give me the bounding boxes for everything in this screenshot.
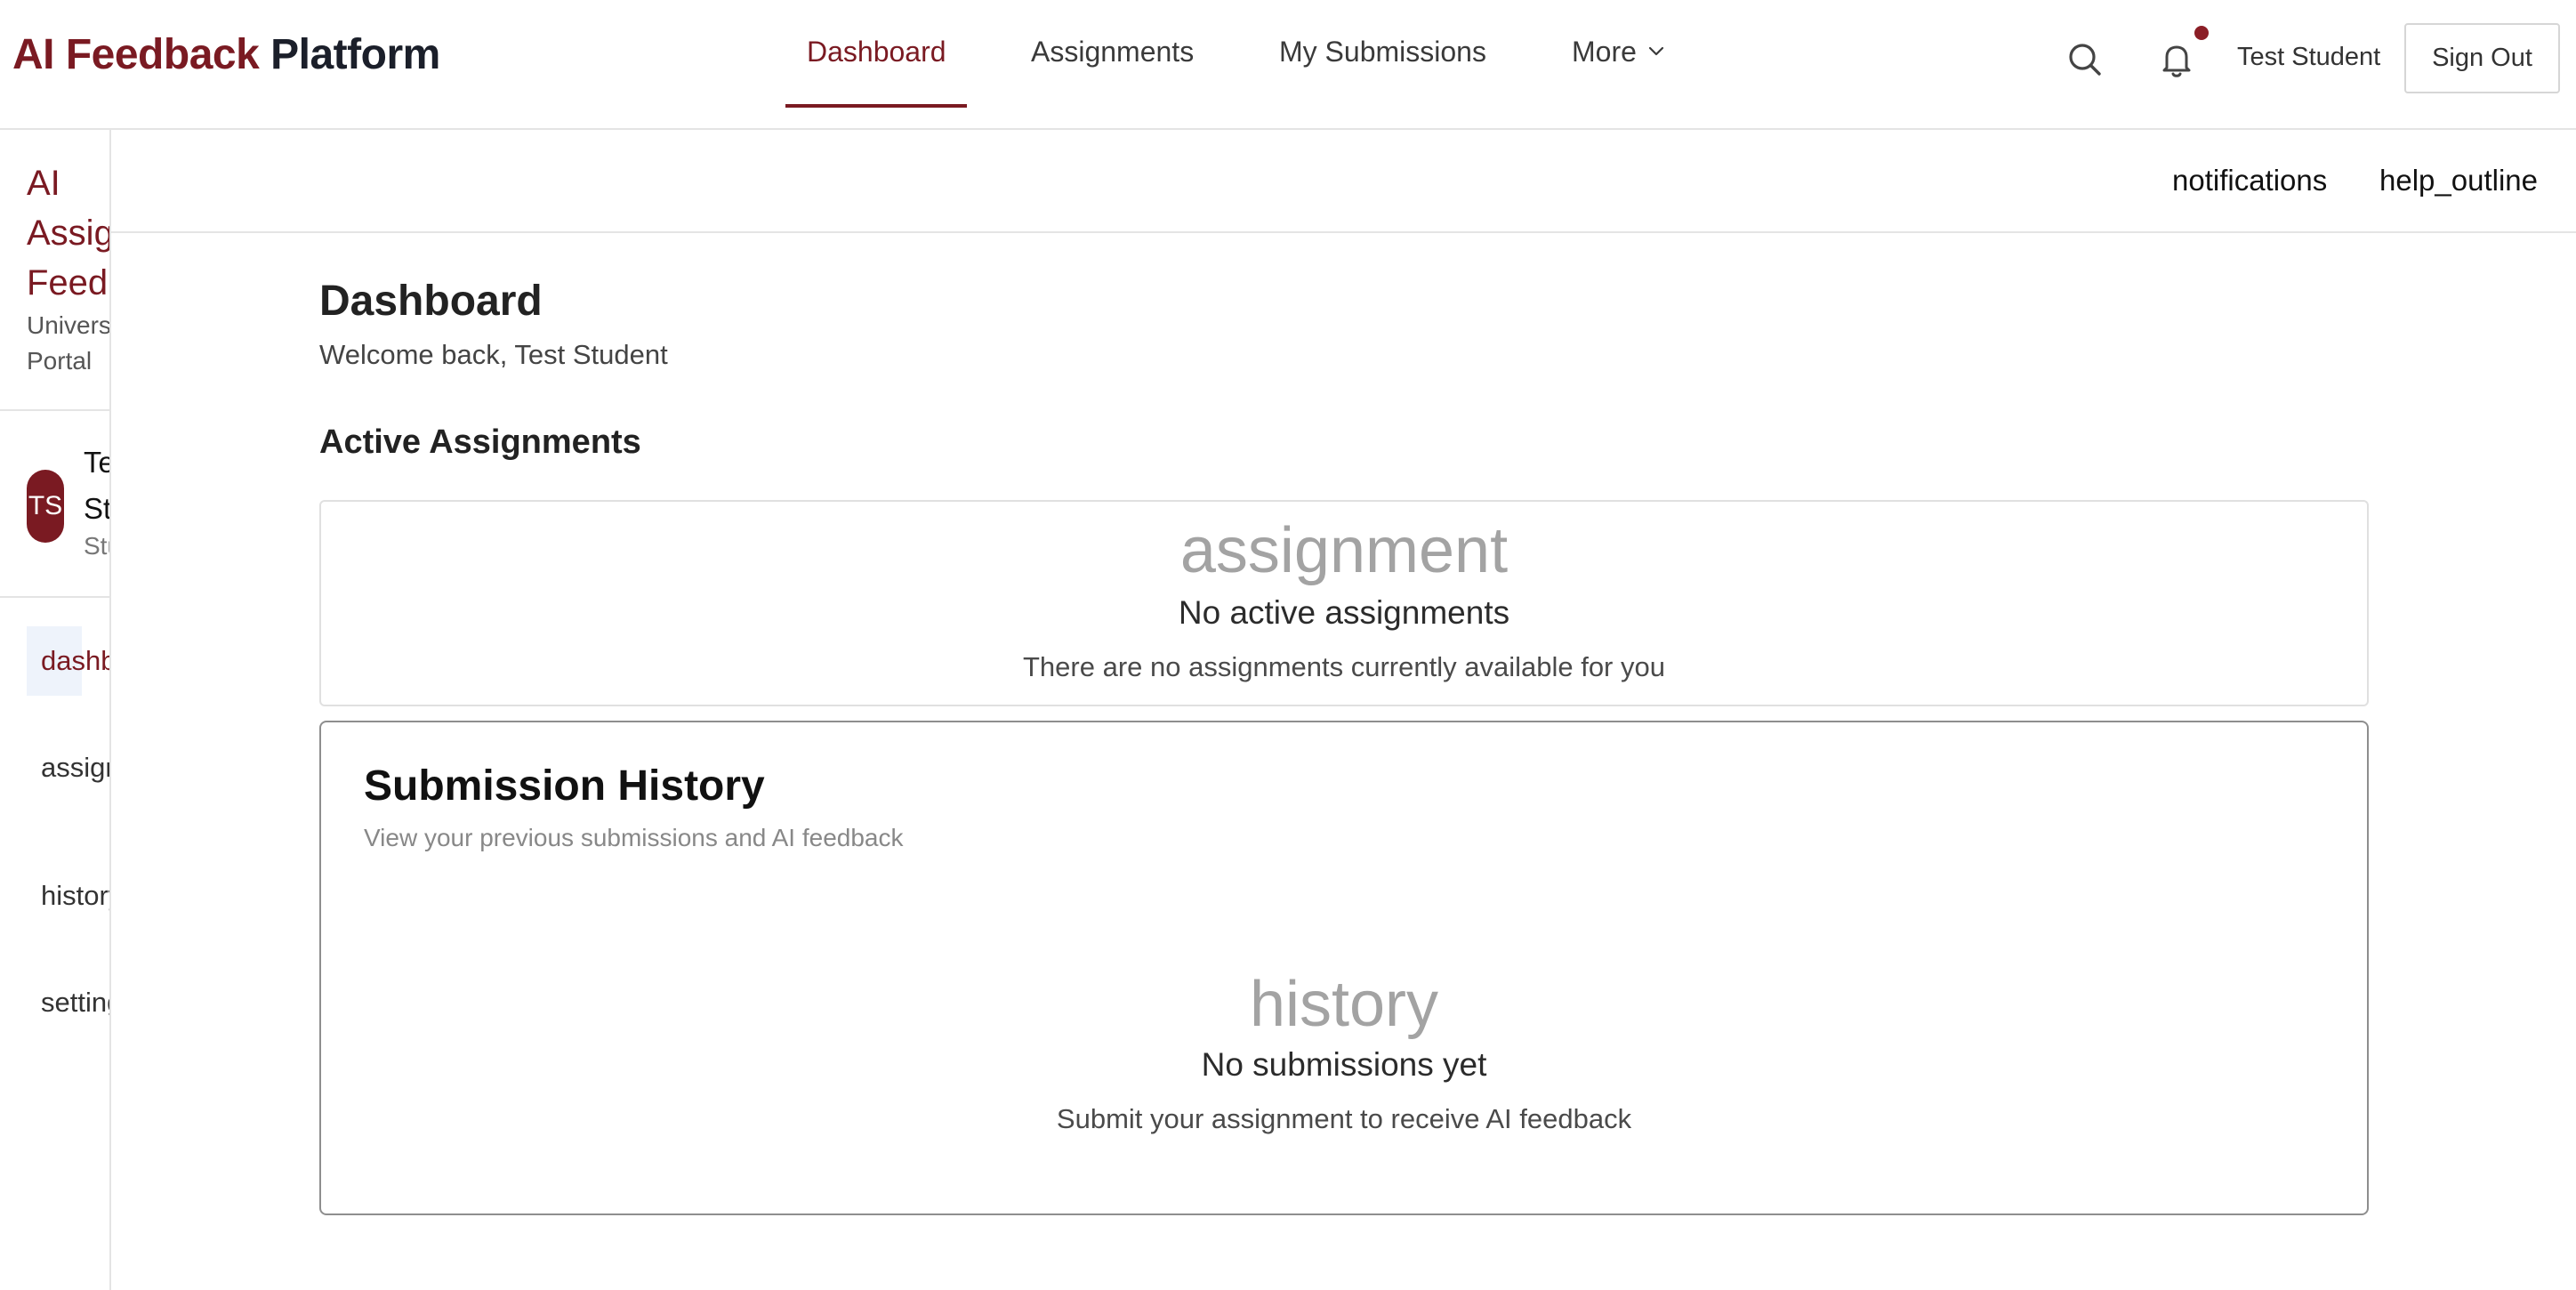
search-icon[interactable] — [2065, 39, 2105, 80]
nav-my-submissions[interactable]: My Submissions — [1279, 36, 1486, 69]
help-outline-icon[interactable]: help_outline — [2379, 164, 2538, 198]
notifications-icon[interactable]: notifications — [2172, 164, 2327, 198]
notification-badge-dot — [2194, 26, 2209, 40]
sidebar-user-name: Test Student — [84, 446, 111, 525]
sidebar-item-settings[interactable]: settings — [27, 968, 109, 1037]
active-assignments-heading: Active Assignments — [319, 423, 641, 461]
nav-more-label: More — [1572, 36, 1637, 68]
submission-history-title: Submission History — [364, 762, 765, 810]
header-user-name: Test Student — [2237, 43, 2381, 71]
welcome-message: Welcome back, Test Student — [319, 339, 668, 370]
sidebar-app-subtitle: University Portal — [27, 311, 111, 375]
nav-active-indicator — [785, 104, 967, 108]
sidebar-item-assignment[interactable]: assignment — [27, 733, 109, 802]
sidebar-divider — [0, 596, 109, 598]
sidebar-app-title: AI Assignment Feedback — [27, 164, 111, 302]
nav-more-dropdown[interactable]: More — [1572, 36, 1667, 69]
sidebar-item-history[interactable]: history — [27, 861, 109, 931]
bell-icon[interactable] — [2156, 39, 2197, 80]
chevron-down-icon — [1646, 36, 1667, 69]
sidebar-user-role: Student — [84, 532, 109, 560]
secondary-toolbar: notifications help_outline — [111, 130, 2576, 233]
assignment-icon: assignment — [1179, 515, 1509, 586]
empty-state-description: Submit your assignment to receive AI fee… — [1056, 1103, 1632, 1134]
brand-name-primary: AI Feedback — [12, 31, 260, 78]
avatar: TS — [27, 470, 64, 543]
nav-dashboard[interactable]: Dashboard — [807, 36, 946, 69]
page-title: Dashboard — [319, 278, 543, 325]
submission-history-subtitle: View your previous submissions and AI fe… — [364, 824, 904, 851]
nav-assignments[interactable]: Assignments — [1031, 36, 1194, 69]
sign-out-button[interactable]: Sign Out — [2404, 23, 2560, 93]
brand-logo[interactable]: AI Feedback Platform — [12, 30, 440, 79]
submission-history-card: Submission History View your previous su… — [319, 721, 2369, 1215]
sidebar: AI Assignment Feedback University Portal… — [0, 130, 111, 1290]
history-icon: history — [1249, 969, 1439, 1040]
empty-state-title: No active assignments — [1178, 594, 1510, 631]
sidebar-item-dashboard[interactable]: dashboard — [27, 626, 109, 696]
sidebar-divider — [0, 409, 109, 411]
active-assignments-card: assignment No active assignments There a… — [319, 500, 2369, 706]
empty-state-description: There are no assignments currently avail… — [1023, 651, 1665, 682]
brand-name-secondary: Platform — [270, 31, 440, 78]
empty-state-title: No submissions yet — [1201, 1046, 1487, 1083]
top-navbar: AI Feedback Platform Dashboard Assignmen… — [0, 0, 2576, 130]
